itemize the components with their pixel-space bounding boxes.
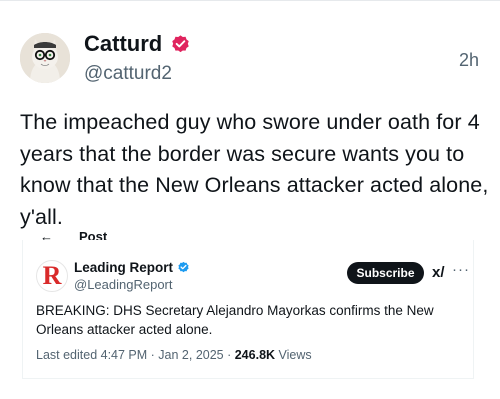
verified-badge-icon bbox=[172, 35, 189, 53]
cat-avatar-icon bbox=[20, 33, 70, 83]
edited-timestamp[interactable]: Last edited 4:47 PM · Jan 2, 2025 · bbox=[36, 348, 235, 362]
quoted-author-avatar[interactable]: R bbox=[36, 260, 68, 292]
views-count: 246.8K bbox=[234, 348, 276, 362]
top-divider bbox=[0, 0, 500, 1]
quoted-post-text: BREAKING: DHS Secretary Alejandro Mayork… bbox=[36, 303, 434, 337]
quoted-author-name[interactable]: Leading Report bbox=[74, 259, 173, 276]
post-timestamp[interactable]: 2h bbox=[459, 49, 479, 71]
author-avatar[interactable] bbox=[20, 33, 70, 83]
subscribe-button[interactable]: Subscribe bbox=[347, 262, 424, 284]
author-handle[interactable]: @catturd2 bbox=[84, 62, 172, 86]
quoted-avatar-logo: R bbox=[42, 261, 62, 290]
more-options-icon[interactable]: ··· bbox=[452, 262, 470, 278]
quoted-post-card[interactable]: R Leading Report @LeadingReport Subscrib… bbox=[22, 240, 474, 379]
quoted-post-meta: Last edited 4:47 PM · Jan 2, 2025 · 246.… bbox=[36, 347, 312, 363]
grok-icon[interactable]: x/ bbox=[432, 264, 445, 282]
post-text: The impeached guy who swore under oath f… bbox=[20, 110, 489, 229]
verified-badge-icon bbox=[178, 261, 189, 273]
author-name[interactable]: Catturd bbox=[84, 30, 162, 58]
views-label: Views bbox=[278, 348, 312, 362]
quoted-author-handle[interactable]: @LeadingReport bbox=[74, 277, 172, 293]
